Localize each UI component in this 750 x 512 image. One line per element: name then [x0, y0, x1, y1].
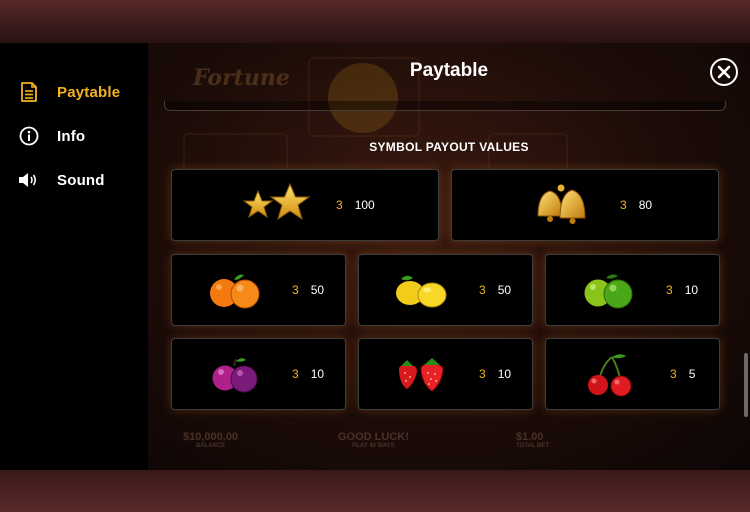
sidebar-item-label: Info	[57, 127, 86, 145]
payout-card-strawberries: 3 10	[358, 338, 533, 410]
payout-card-cherries: 35	[545, 338, 720, 410]
close-icon	[717, 65, 731, 79]
background-bet: $1.00 TOTAL BET	[516, 431, 549, 449]
divider	[164, 101, 726, 111]
bottom-band	[0, 470, 750, 512]
payout-value: 35	[670, 367, 696, 381]
payout-value: 3 50	[479, 283, 512, 297]
background-balance: $10,000.00 BALANCE	[183, 431, 239, 449]
info-icon	[18, 125, 40, 147]
scrollbar-thumb[interactable]	[744, 353, 748, 417]
speaker-icon	[18, 169, 40, 191]
page-title: Paytable	[409, 60, 489, 81]
sidebar-item-info[interactable]: Info	[18, 124, 85, 148]
payout-card-plums: 3 10	[171, 338, 346, 410]
top-band	[0, 0, 750, 43]
cherries-icon	[580, 339, 640, 409]
payout-card-bells: 3 80	[451, 169, 719, 241]
payout-value: 3 10	[666, 283, 699, 297]
paytable-panel: Fortune $10,000.00 BALANCE GOOD LUCK! PLAY…	[148, 43, 750, 470]
stars-icon	[238, 170, 318, 240]
background-message: GOOD LUCK! PLAY 40 WAYS	[338, 431, 409, 449]
payout-card-lemons: 3 50	[358, 254, 533, 326]
strawberries-icon	[389, 339, 455, 409]
payout-card-oranges: 3 50	[171, 254, 346, 326]
payout-value: 3 10	[292, 367, 325, 381]
sidebar-item-sound[interactable]: Sound	[18, 168, 105, 192]
payout-value: 3 100	[336, 198, 375, 212]
sidebar-item-label: Paytable	[57, 83, 121, 101]
close-button[interactable]	[710, 58, 738, 86]
sidebar-item-paytable[interactable]: Paytable	[18, 80, 120, 104]
payout-card-stars: 3 100	[171, 169, 439, 241]
sidebar: Paytable Info Sound	[0, 43, 148, 470]
lemons-icon	[389, 255, 455, 325]
bells-icon	[526, 170, 596, 240]
payout-card-limes: 3 10	[545, 254, 720, 326]
oranges-icon	[202, 255, 268, 325]
plums-icon	[202, 339, 268, 409]
section-title: SYMBOL PAYOUT VALUES	[369, 140, 529, 154]
limes-icon	[576, 255, 642, 325]
payout-value: 3 50	[292, 283, 325, 297]
payout-value: 3 10	[479, 367, 512, 381]
payout-value: 3 80	[620, 198, 653, 212]
document-icon	[18, 81, 40, 103]
sidebar-item-label: Sound	[57, 171, 105, 189]
